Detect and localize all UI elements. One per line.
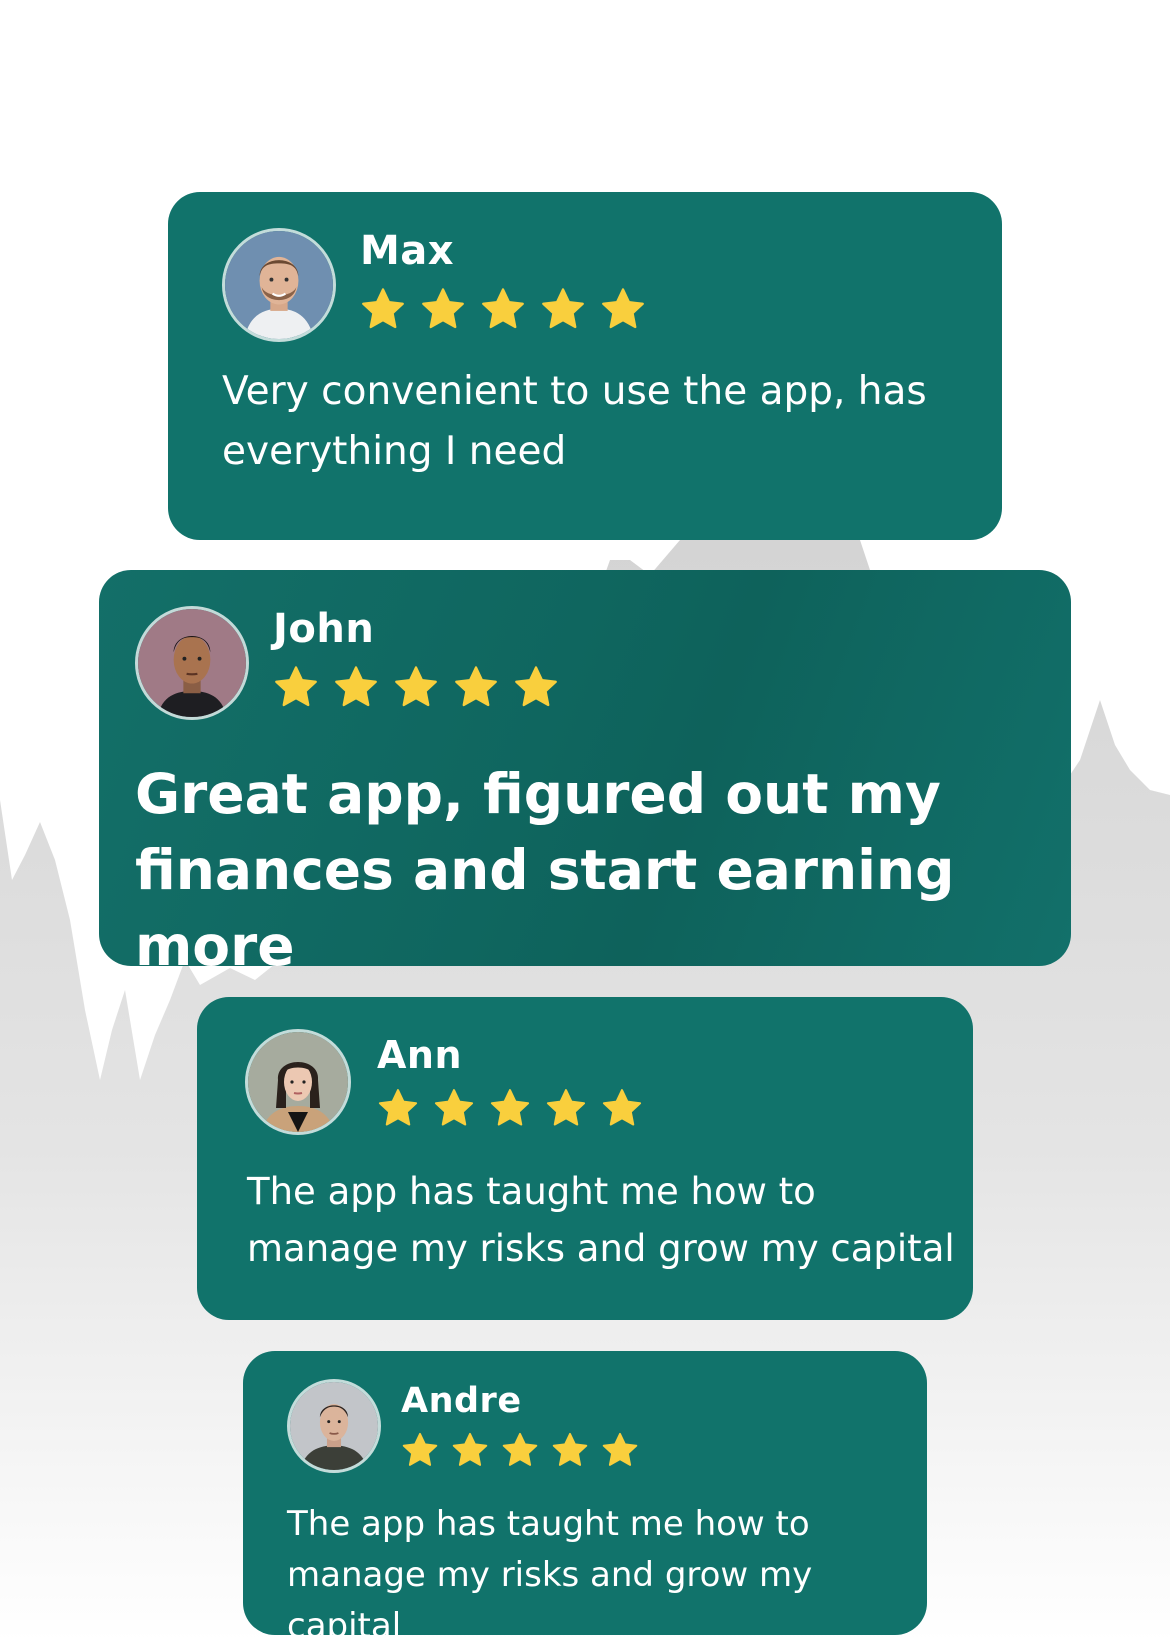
star-icon xyxy=(602,288,644,329)
andre-avatar xyxy=(287,1379,381,1473)
star-icon xyxy=(490,1089,530,1126)
review-text: Great app, figured out my finances and s… xyxy=(135,762,955,978)
review-card-andre: Andre The app has taught me how to manag… xyxy=(243,1351,927,1646)
star-icon xyxy=(362,288,404,329)
reviewer-name: Max xyxy=(360,228,455,274)
star-icon xyxy=(402,1432,438,1466)
reviewer-name: Andre xyxy=(401,1381,522,1421)
star-icon xyxy=(395,666,437,707)
star-icon xyxy=(275,666,317,707)
star-icon xyxy=(502,1432,538,1466)
star-icon xyxy=(542,288,584,329)
rating-stars xyxy=(273,664,559,710)
star-icon xyxy=(482,288,524,329)
rating-stars xyxy=(401,1431,639,1469)
star-icon xyxy=(546,1089,586,1126)
reviewer-name: Ann xyxy=(377,1033,463,1077)
star-icon xyxy=(434,1089,474,1126)
reviewer-name: John xyxy=(273,606,375,652)
star-icon xyxy=(455,666,497,707)
star-icon xyxy=(378,1089,418,1126)
ann-avatar xyxy=(245,1029,351,1135)
star-icon xyxy=(515,666,557,707)
star-icon xyxy=(422,288,464,329)
star-icon xyxy=(335,666,377,707)
review-card-john: John Great app, figured out my finances … xyxy=(99,570,1071,978)
review-text: Very convenient to use the app, has ever… xyxy=(222,369,927,474)
star-icon xyxy=(602,1432,638,1466)
john-avatar xyxy=(135,606,249,720)
star-icon xyxy=(452,1432,488,1466)
review-text: The app has taught me how to manage my r… xyxy=(287,1504,813,1646)
star-icon xyxy=(602,1089,642,1126)
review-text: The app has taught me how to manage my r… xyxy=(247,1170,955,1270)
max-avatar xyxy=(222,228,336,342)
review-card-max: Max Very convenient to use the app, has … xyxy=(168,192,1002,540)
rating-stars xyxy=(360,286,646,332)
review-card-ann: Ann The app has taught me how to manage … xyxy=(197,997,973,1320)
star-icon xyxy=(552,1432,588,1466)
rating-stars xyxy=(377,1087,643,1129)
